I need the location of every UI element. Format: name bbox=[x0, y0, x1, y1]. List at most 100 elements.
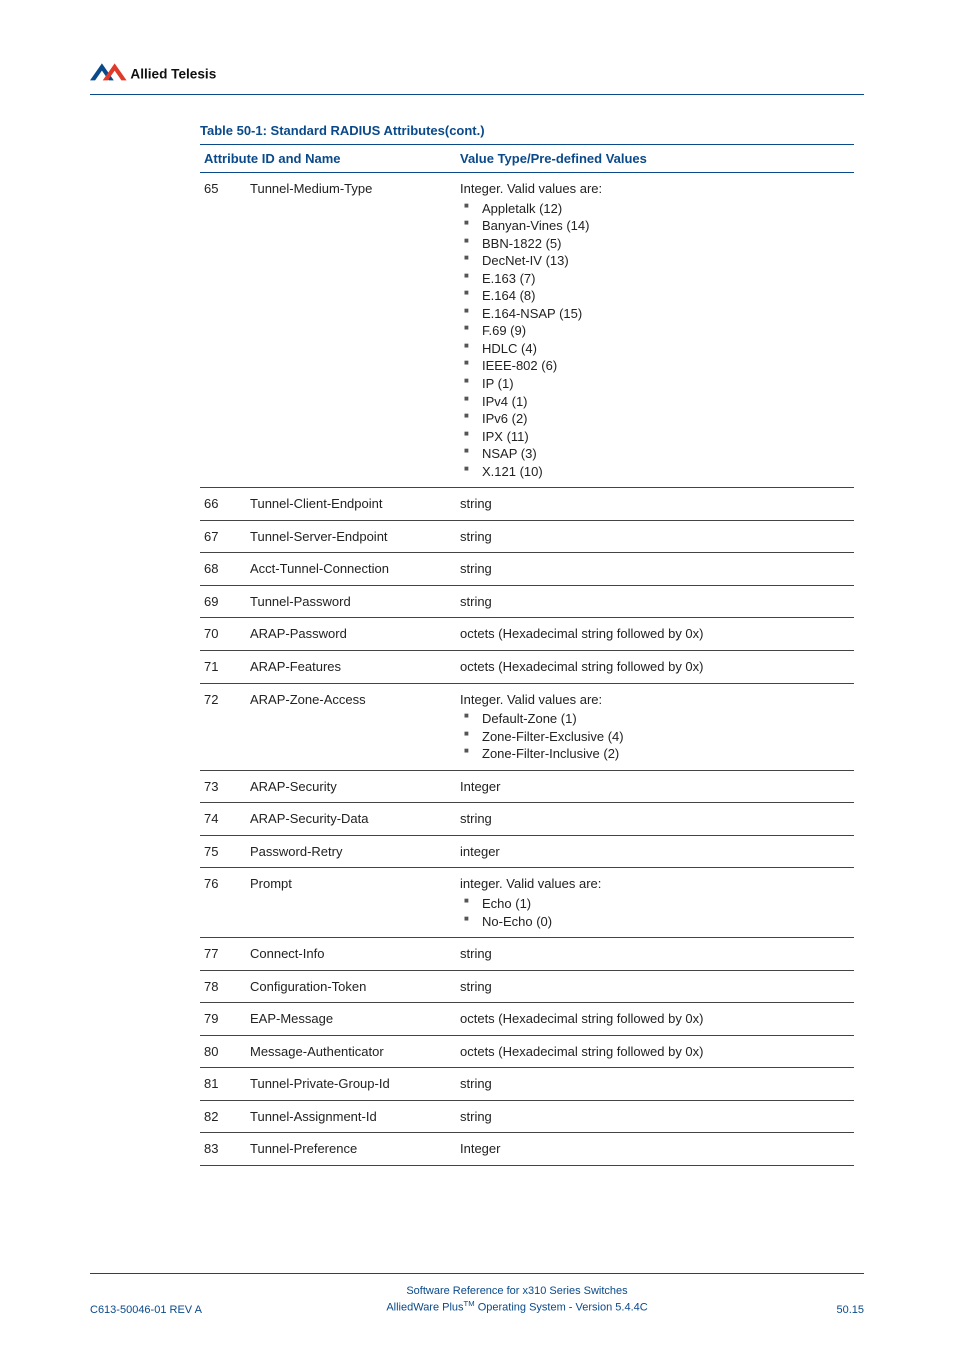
table-header-row: Attribute ID and Name Value Type/Pre-def… bbox=[200, 145, 854, 173]
table-row: 83Tunnel-PreferenceInteger bbox=[200, 1133, 854, 1166]
value-text: octets (Hexadecimal string followed by 0… bbox=[460, 659, 704, 674]
footer-tm-sup: TM bbox=[464, 1299, 475, 1308]
value-lead: integer. Valid values are: bbox=[460, 875, 850, 893]
brand-logo: Allied Telesis bbox=[90, 60, 864, 88]
value-text: Integer bbox=[460, 779, 500, 794]
attr-id: 75 bbox=[200, 835, 246, 868]
value-text: string bbox=[460, 811, 492, 826]
attr-name: ARAP-Password bbox=[246, 618, 456, 651]
attr-value: Integer. Valid values are: Appletalk (12)… bbox=[456, 173, 854, 488]
attr-name: Tunnel-Medium-Type bbox=[246, 173, 456, 488]
footer-version-line: AlliedWare PlusTM Operating System - Ver… bbox=[230, 1299, 804, 1316]
attr-name: ARAP-Security-Data bbox=[246, 803, 456, 836]
attr-id: 72 bbox=[200, 683, 246, 770]
attr-id: 70 bbox=[200, 618, 246, 651]
table-row: 81Tunnel-Private-Group-Id string bbox=[200, 1068, 854, 1101]
attr-name: ARAP-Zone-Access bbox=[246, 683, 456, 770]
value-list-item: HDLC (4) bbox=[460, 340, 850, 358]
attr-name: ARAP-Features bbox=[246, 651, 456, 684]
table-row: 72ARAP-Zone-AccessInteger. Valid values … bbox=[200, 683, 854, 770]
value-list-item: Echo (1) bbox=[460, 895, 850, 913]
allied-telesis-logo-icon: Allied Telesis bbox=[90, 60, 260, 88]
table-row: 76Promptinteger. Valid values are: Echo (… bbox=[200, 868, 854, 938]
attr-value: octets (Hexadecimal string followed by 0… bbox=[456, 1035, 854, 1068]
attr-id: 66 bbox=[200, 488, 246, 521]
value-text: integer bbox=[460, 844, 500, 859]
value-list-item: E.164 (8) bbox=[460, 287, 850, 305]
attr-value: string bbox=[456, 520, 854, 553]
table-row: 66Tunnel-Client-Endpoint string bbox=[200, 488, 854, 521]
attr-name: ARAP-Security bbox=[246, 770, 456, 803]
value-lead: Integer. Valid values are: bbox=[460, 180, 850, 198]
attr-value: integer. Valid values are: Echo (1)No-Ech… bbox=[456, 868, 854, 938]
value-list-item: No-Echo (0) bbox=[460, 913, 850, 931]
table-row: 70ARAP-Password octets (Hexadecimal strin… bbox=[200, 618, 854, 651]
attr-name: Message-Authenticator bbox=[246, 1035, 456, 1068]
attr-name: Tunnel-Private-Group-Id bbox=[246, 1068, 456, 1101]
attr-name: Tunnel-Preference bbox=[246, 1133, 456, 1166]
attr-value: octets (Hexadecimal string followed by 0… bbox=[456, 651, 854, 684]
value-text: octets (Hexadecimal string followed by 0… bbox=[460, 626, 704, 641]
attr-name: Tunnel-Server-Endpoint bbox=[246, 520, 456, 553]
value-list-item: Banyan-Vines (14) bbox=[460, 217, 850, 235]
attr-value: string bbox=[456, 803, 854, 836]
attr-id: 65 bbox=[200, 173, 246, 488]
footer-rule bbox=[90, 1273, 864, 1274]
attr-id: 76 bbox=[200, 868, 246, 938]
footer-page-number: 50.15 bbox=[804, 1304, 864, 1316]
page-footer: C613-50046-01 REV A Software Reference f… bbox=[0, 1273, 954, 1316]
table-body: 65Tunnel-Medium-TypeInteger. Valid value… bbox=[200, 173, 854, 1166]
attr-id: 81 bbox=[200, 1068, 246, 1101]
attr-value: string bbox=[456, 488, 854, 521]
value-list: Echo (1)No-Echo (0) bbox=[460, 895, 850, 930]
attr-id: 79 bbox=[200, 1003, 246, 1036]
attr-name: Prompt bbox=[246, 868, 456, 938]
value-text: string bbox=[460, 1076, 492, 1091]
attr-name: Tunnel-Client-Endpoint bbox=[246, 488, 456, 521]
value-list-item: F.69 (9) bbox=[460, 322, 850, 340]
value-list-item: E.164-NSAP (15) bbox=[460, 305, 850, 323]
value-list-item: IEEE-802 (6) bbox=[460, 357, 850, 375]
attr-value: Integer bbox=[456, 1133, 854, 1166]
value-text: octets (Hexadecimal string followed by 0… bbox=[460, 1011, 704, 1026]
table-row: 69Tunnel-Passwordstring bbox=[200, 585, 854, 618]
value-text: string bbox=[460, 496, 492, 511]
attr-name: Password-Retry bbox=[246, 835, 456, 868]
table-row: 73ARAP-Security Integer bbox=[200, 770, 854, 803]
attr-id: 68 bbox=[200, 553, 246, 586]
footer-center: Software Reference for x310 Series Switc… bbox=[230, 1284, 804, 1316]
attr-value: Integer bbox=[456, 770, 854, 803]
col-header-value: Value Type/Pre-defined Values bbox=[456, 145, 854, 173]
table-title: Table 50-1: Standard RADIUS Attributes(c… bbox=[200, 123, 854, 138]
value-list-item: Zone-Filter-Exclusive (4) bbox=[460, 728, 850, 746]
attr-id: 83 bbox=[200, 1133, 246, 1166]
attr-id: 73 bbox=[200, 770, 246, 803]
table-row: 79EAP-Messageoctets (Hexadecimal string … bbox=[200, 1003, 854, 1036]
attr-value: string bbox=[456, 553, 854, 586]
table-row: 71ARAP-Features octets (Hexadecimal strin… bbox=[200, 651, 854, 684]
value-list-item: Default-Zone (1) bbox=[460, 710, 850, 728]
col-header-id-name: Attribute ID and Name bbox=[200, 145, 456, 173]
attr-id: 77 bbox=[200, 938, 246, 971]
value-list-item: BBN-1822 (5) bbox=[460, 235, 850, 253]
table-row: 74ARAP-Security-Data string bbox=[200, 803, 854, 836]
attr-id: 67 bbox=[200, 520, 246, 553]
brand-text: Allied Telesis bbox=[130, 66, 216, 81]
attr-id: 74 bbox=[200, 803, 246, 836]
value-list-item: DecNet-IV (13) bbox=[460, 252, 850, 270]
value-text: string bbox=[460, 529, 492, 544]
table-row: 65Tunnel-Medium-TypeInteger. Valid value… bbox=[200, 173, 854, 488]
attr-id: 69 bbox=[200, 585, 246, 618]
value-list: Appletalk (12)Banyan-Vines (14)BBN-1822 … bbox=[460, 200, 850, 481]
value-list-item: IPX (11) bbox=[460, 428, 850, 446]
attr-name: Configuration-Token bbox=[246, 970, 456, 1003]
attr-id: 71 bbox=[200, 651, 246, 684]
value-list-item: IP (1) bbox=[460, 375, 850, 393]
value-text: string bbox=[460, 946, 492, 961]
attr-id: 82 bbox=[200, 1100, 246, 1133]
table-row: 77Connect-Infostring bbox=[200, 938, 854, 971]
attr-value: Integer. Valid values are:Default-Zone (… bbox=[456, 683, 854, 770]
header-rule bbox=[90, 94, 864, 95]
value-list-item: IPv6 (2) bbox=[460, 410, 850, 428]
radius-attributes-table: Attribute ID and Name Value Type/Pre-def… bbox=[200, 144, 854, 1166]
